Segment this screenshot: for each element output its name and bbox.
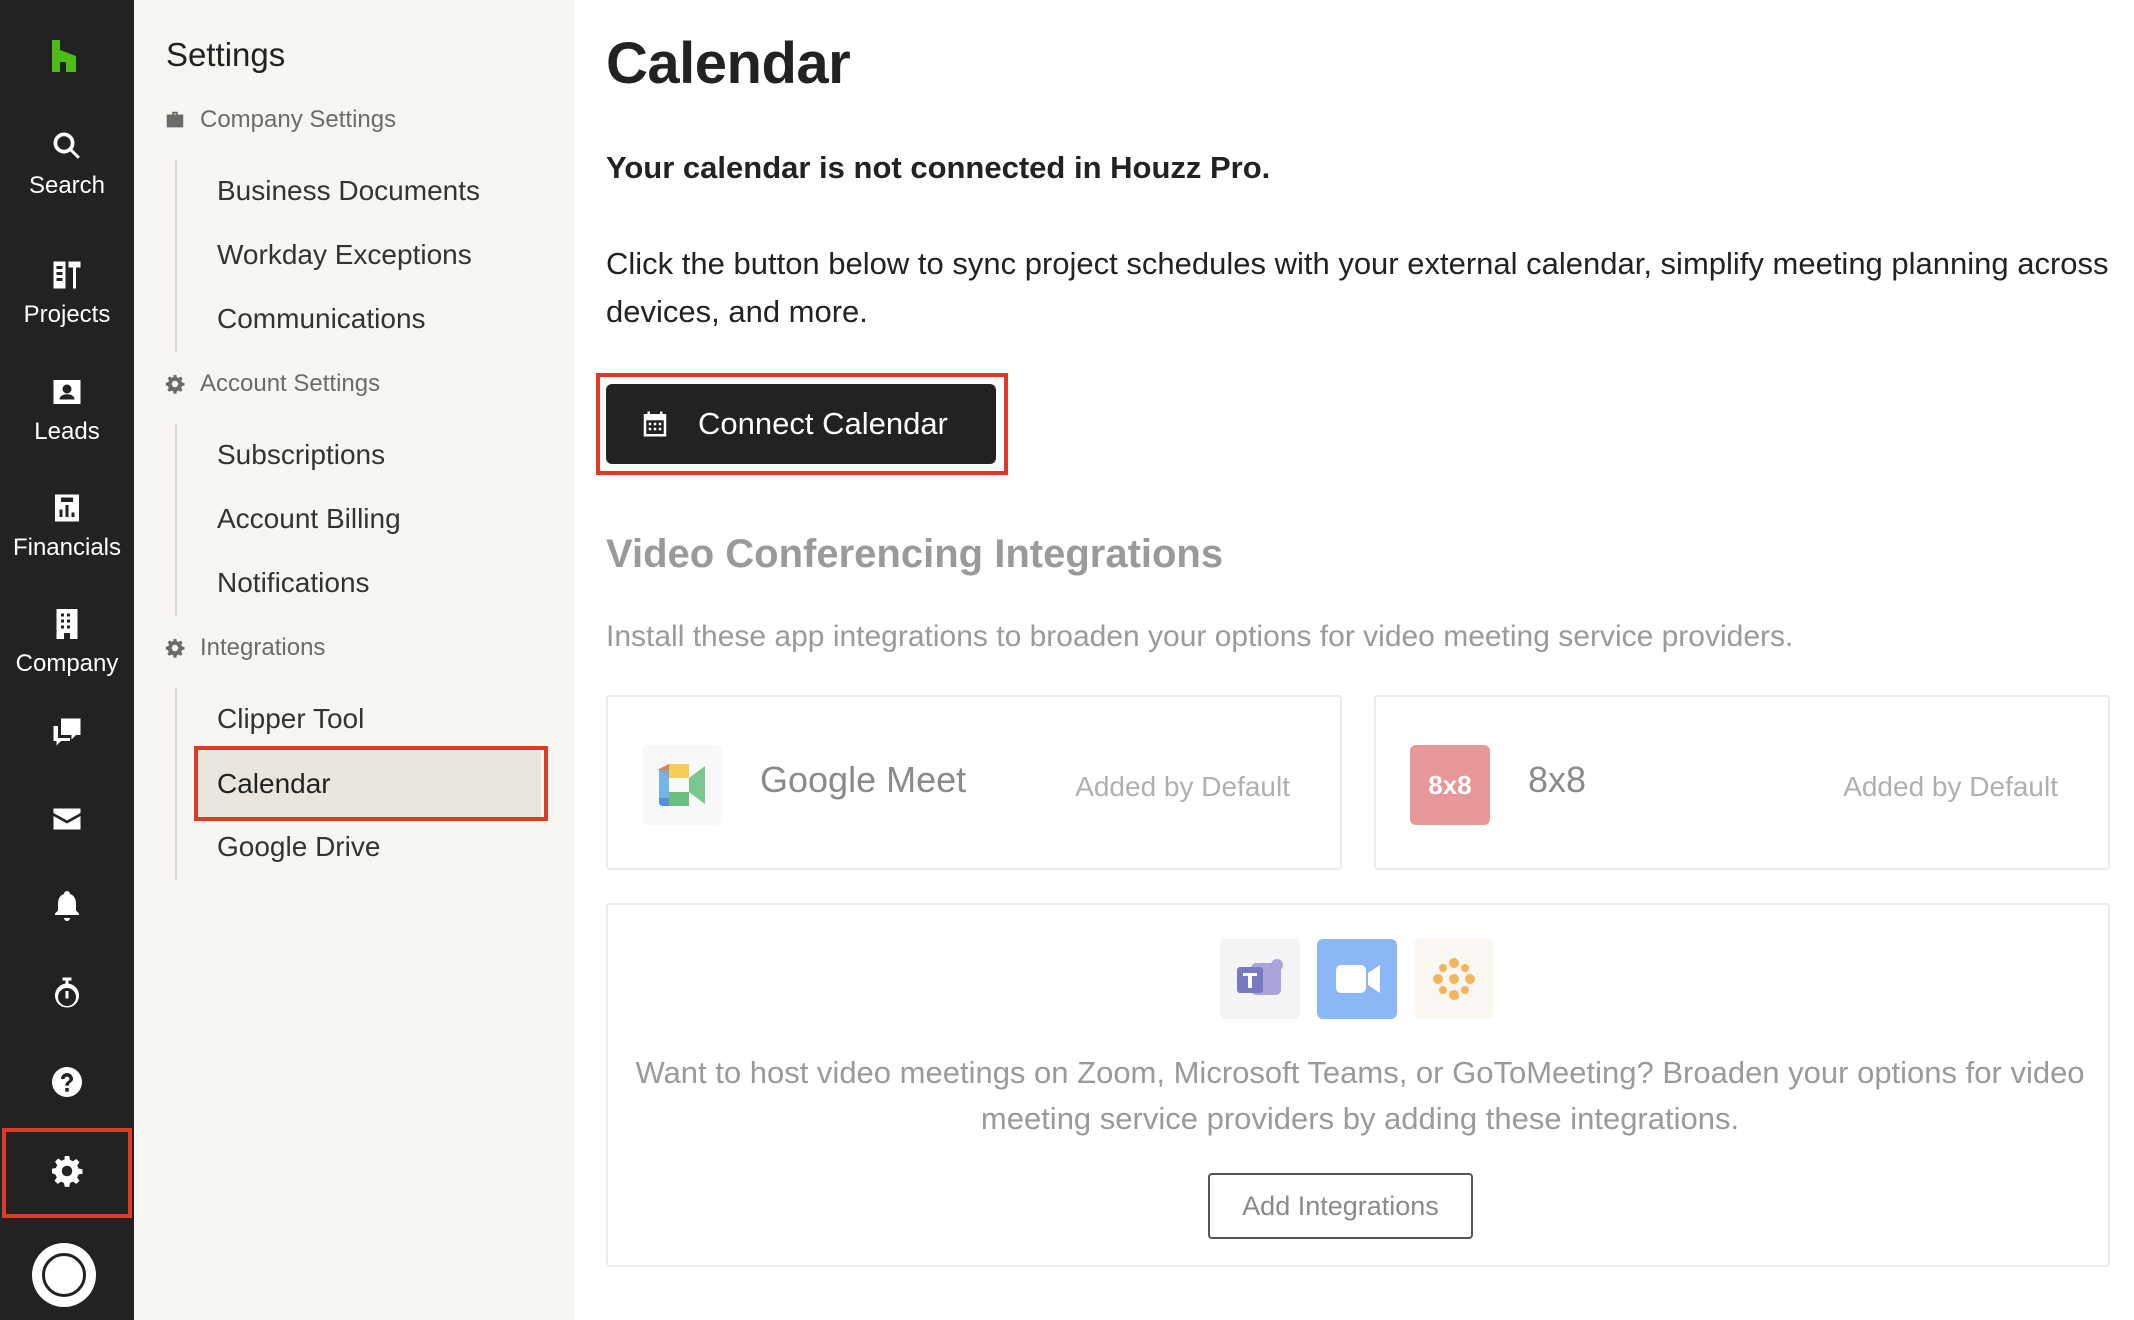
rail-help[interactable] <box>0 1064 134 1100</box>
teams-icon <box>1220 939 1300 1019</box>
rail-leads-label: Leads <box>34 418 100 445</box>
calendar-description: Click the button below to sync project s… <box>606 246 2109 329</box>
integration-name: 8x8 <box>1528 759 1587 800</box>
integration-status: Added by Default <box>1843 771 2058 802</box>
rail-financials[interactable]: Financials <box>0 490 134 562</box>
rail-search[interactable]: Search <box>0 128 134 200</box>
search-icon <box>53 132 80 159</box>
app: Search Projects Leads Financials Company <box>0 0 2134 1320</box>
more-integrations-card: Want to host video meetings on Zoom, Mic… <box>606 903 2110 1267</box>
integration-card-google-meet: Google Meet Added by Default <box>606 695 1342 870</box>
company-icon <box>56 609 78 639</box>
group-divider <box>175 688 177 880</box>
gear-icon <box>165 638 185 658</box>
avatar[interactable] <box>32 1243 96 1307</box>
group-company-settings: Company Settings <box>164 106 396 134</box>
integration-status: Added by Default <box>1075 771 1290 802</box>
sidebar-item-business-documents[interactable]: Business Documents <box>217 175 480 207</box>
rail-inbox[interactable] <box>0 801 134 837</box>
sidebar-item-google-drive[interactable]: Google Drive <box>217 831 380 863</box>
settings-sidebar: Settings Company Settings Business Docum… <box>134 0 574 1320</box>
sidebar-item-account-billing[interactable]: Account Billing <box>217 503 401 535</box>
video-conferencing-subtitle: Install these app integrations to broade… <box>606 620 1794 653</box>
video-conferencing-heading: Video Conferencing Integrations <box>606 532 1224 576</box>
add-integrations-button[interactable]: Add Integrations <box>1208 1173 1473 1239</box>
page-title: Calendar <box>606 31 851 96</box>
integration-card-8x8: 8x8 8x8 Added by Default <box>1374 695 2110 870</box>
calendar-status: Your calendar is not connected in Houzz … <box>606 150 1271 185</box>
briefcase-icon <box>166 111 184 128</box>
group-integrations: Integrations <box>164 634 325 662</box>
sidebar-item-communications[interactable]: Communications <box>217 303 426 335</box>
gear-icon <box>165 374 185 394</box>
bell-icon <box>55 891 79 921</box>
inbox-icon <box>53 808 81 830</box>
rail-search-label: Search <box>28 172 106 199</box>
help-icon <box>52 1067 82 1097</box>
sidebar-title: Settings <box>166 36 286 73</box>
sidebar-item-notifications[interactable]: Notifications <box>217 567 370 599</box>
rail-leads[interactable]: Leads <box>0 374 134 446</box>
rail-notifications[interactable] <box>0 888 134 924</box>
timer-icon <box>55 977 79 1008</box>
gotomeeting-icon <box>1414 939 1494 1019</box>
rail-company[interactable]: Company <box>0 606 134 678</box>
financials-icon <box>55 494 79 522</box>
group-divider <box>175 160 177 352</box>
calendar-highlight-box <box>194 746 548 821</box>
calendar-icon <box>643 411 667 437</box>
leads-icon <box>53 380 81 404</box>
settings-highlight-box <box>2 1128 132 1218</box>
houzz-logo[interactable] <box>46 38 82 74</box>
8x8-logo: 8x8 <box>1410 745 1490 825</box>
zoom-icon <box>1317 939 1397 1019</box>
connect-calendar-button[interactable]: Connect Calendar <box>606 384 996 464</box>
connect-calendar-label: Connect Calendar <box>698 406 948 441</box>
group-account-settings-label: Account Settings <box>200 370 381 397</box>
rail-timer[interactable] <box>0 976 134 1012</box>
group-divider <box>175 424 177 616</box>
left-rail: Search Projects Leads Financials Company <box>0 0 134 1320</box>
integration-name: Google Meet <box>760 759 967 800</box>
rail-financials-label: Financials <box>12 534 122 561</box>
projects-icon <box>53 261 81 289</box>
sidebar-item-subscriptions[interactable]: Subscriptions <box>217 439 385 471</box>
main-content: Calendar Your calendar is not connected … <box>574 0 2134 1320</box>
rail-projects[interactable]: Projects <box>0 257 134 329</box>
8x8-logo-text: 8x8 <box>1428 769 1472 800</box>
more-integrations-text: Want to host video meetings on Zoom, Mic… <box>635 1055 2085 1136</box>
sidebar-item-workday-exceptions[interactable]: Workday Exceptions <box>217 239 472 271</box>
sidebar-item-clipper-tool[interactable]: Clipper Tool <box>217 703 364 735</box>
chat-icon <box>53 718 81 746</box>
google-meet-icon <box>642 745 722 825</box>
group-company-settings-label: Company Settings <box>200 106 397 133</box>
rail-messages[interactable] <box>0 714 134 750</box>
rail-projects-label: Projects <box>23 301 111 328</box>
rail-company-label: Company <box>15 650 119 677</box>
avatar-ring <box>42 1253 86 1297</box>
group-integrations-label: Integrations <box>200 634 326 661</box>
group-account-settings: Account Settings <box>164 370 380 398</box>
